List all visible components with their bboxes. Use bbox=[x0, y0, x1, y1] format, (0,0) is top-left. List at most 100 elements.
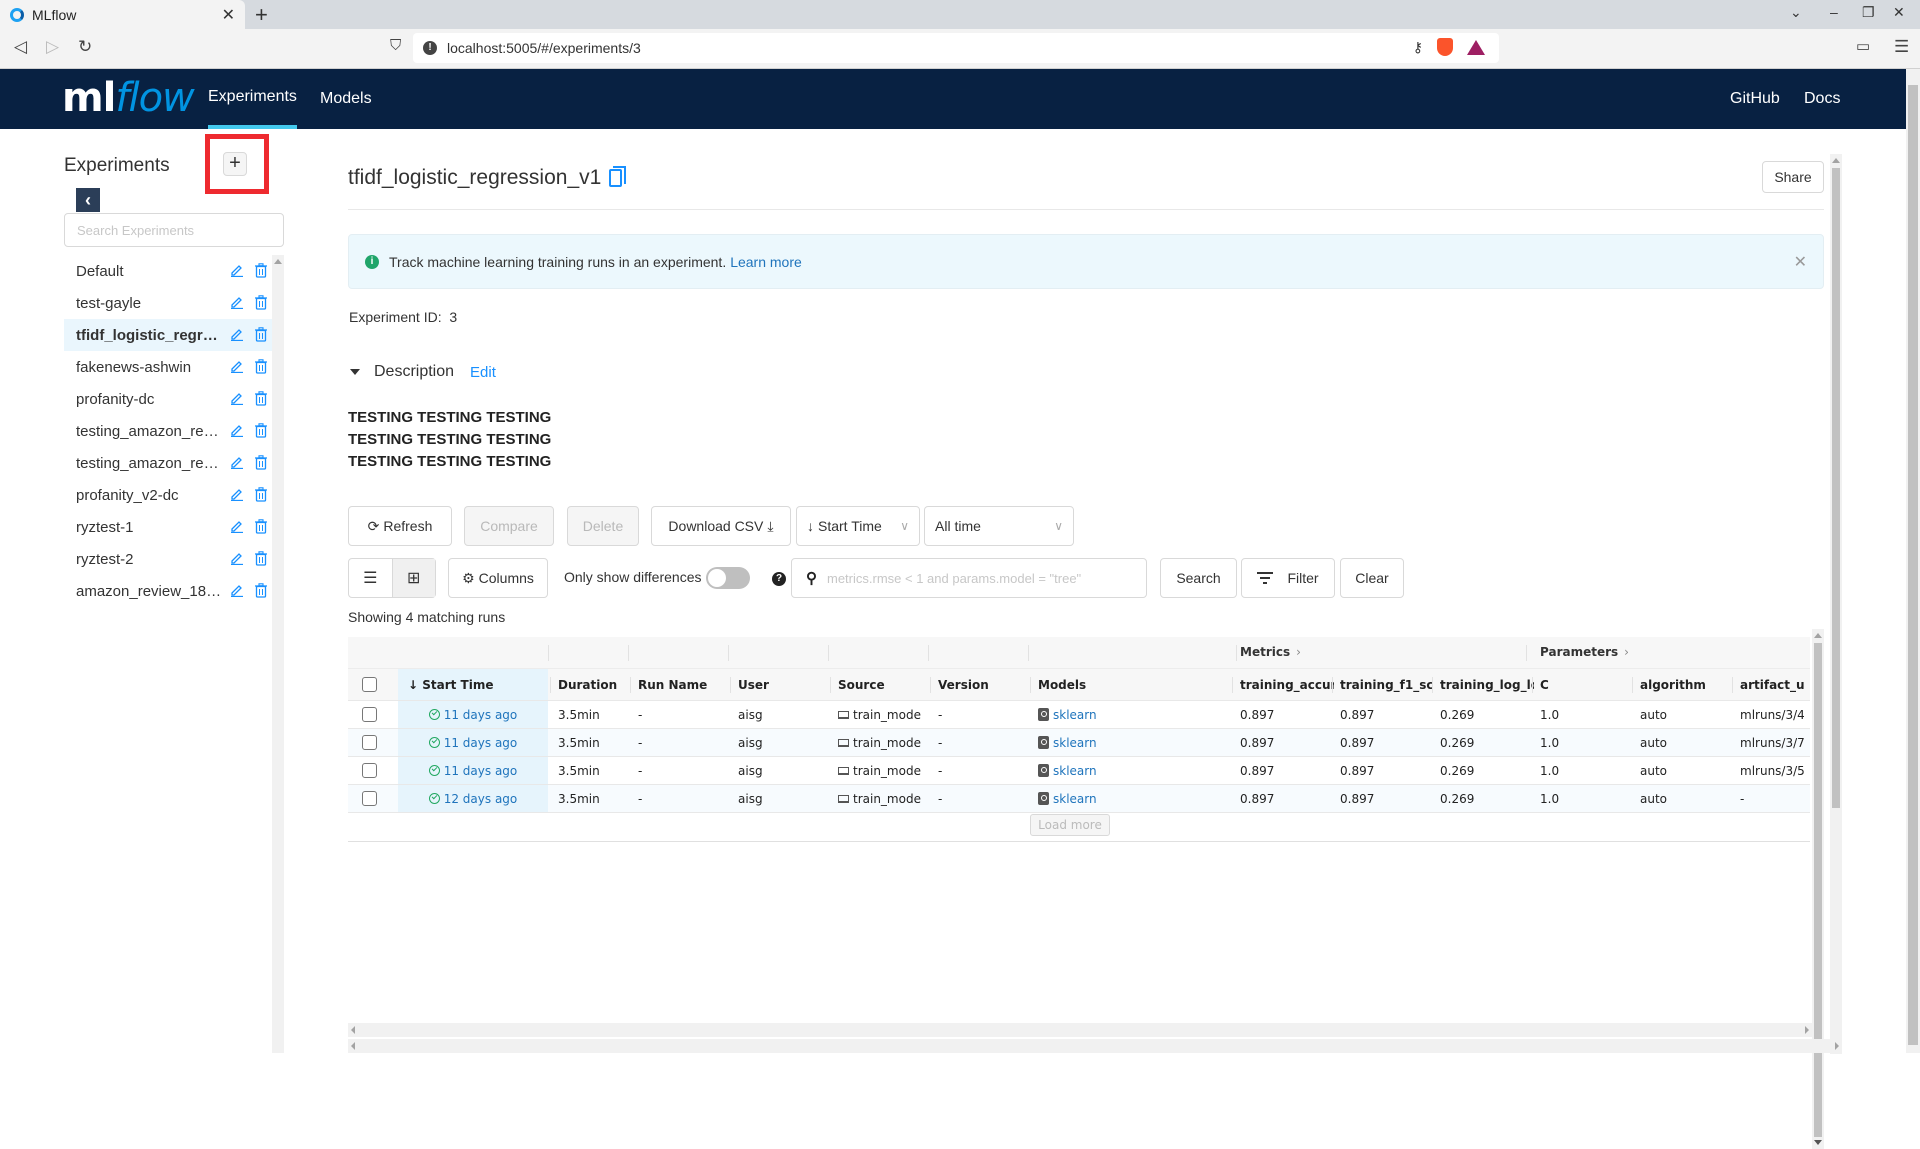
row-checkbox[interactable] bbox=[361, 791, 377, 806]
trash-icon[interactable] bbox=[254, 583, 268, 598]
tab-close-icon[interactable]: ✕ bbox=[222, 5, 235, 25]
column-header[interactable]: training_log_lo bbox=[1440, 669, 1534, 700]
table-row[interactable]: 12 days ago 3.5min - aisg train_mode - sklearn… bbox=[348, 785, 1810, 813]
search-button[interactable]: Search bbox=[1160, 558, 1237, 598]
wallet-icon[interactable]: ▭ bbox=[1856, 37, 1870, 55]
trash-icon[interactable] bbox=[254, 263, 268, 278]
trash-icon[interactable] bbox=[254, 423, 268, 438]
edit-icon[interactable] bbox=[230, 423, 244, 437]
copy-icon[interactable] bbox=[609, 166, 627, 187]
key-icon[interactable]: ⚷ bbox=[1413, 39, 1423, 56]
sidebar-item[interactable]: profanity-dc bbox=[64, 383, 272, 415]
columns-button[interactable]: ⚙ Columns bbox=[448, 558, 548, 598]
start-time-cell[interactable]: 11 days ago bbox=[398, 729, 548, 756]
time-filter-select[interactable]: All time ∨ bbox=[924, 506, 1074, 546]
scroll-up-arrow-icon[interactable] bbox=[1832, 158, 1840, 163]
reload-icon[interactable]: ↻ bbox=[78, 37, 92, 57]
cell-source[interactable]: train_mode bbox=[853, 764, 921, 778]
edit-icon[interactable] bbox=[230, 295, 244, 309]
table-horizontal-scrollbar[interactable] bbox=[348, 1023, 1812, 1037]
sidebar-scrollbar[interactable] bbox=[272, 255, 284, 1053]
start-time-link[interactable]: 11 days ago bbox=[444, 736, 518, 750]
sidebar-item[interactable]: fakenews-ashwin bbox=[64, 351, 272, 383]
window-close-icon[interactable]: ✕ bbox=[1893, 4, 1905, 21]
table-row[interactable]: 11 days ago 3.5min - aisg train_mode - sklearn… bbox=[348, 729, 1810, 757]
row-checkbox[interactable] bbox=[361, 735, 377, 750]
new-tab-icon[interactable]: + bbox=[255, 2, 268, 28]
column-header[interactable]: User bbox=[738, 669, 832, 700]
start-time-link[interactable]: 12 days ago bbox=[444, 792, 518, 806]
restore-icon[interactable]: ❐ bbox=[1862, 4, 1875, 21]
back-icon[interactable]: ◁ bbox=[14, 37, 27, 57]
trash-icon[interactable] bbox=[254, 487, 268, 502]
scroll-left-arrow-icon[interactable] bbox=[351, 1042, 355, 1050]
address-bar[interactable]: ! localhost:5005/#/experiments/3 ⚷ bbox=[413, 33, 1499, 63]
table-row[interactable]: 11 days ago 3.5min - aisg train_mode - sklearn… bbox=[348, 757, 1810, 785]
table-vertical-scrollbar[interactable] bbox=[1812, 629, 1824, 1149]
column-header[interactable]: Models bbox=[1038, 669, 1234, 700]
sidebar-item[interactable]: ryztest-1 bbox=[64, 511, 272, 543]
sidebar-item[interactable]: ryztest-2 bbox=[64, 543, 272, 575]
content-vertical-scrollbar[interactable] bbox=[1830, 154, 1842, 1054]
metrics-group-header[interactable]: Metrics › bbox=[1240, 645, 1301, 659]
cell-source[interactable]: train_mode bbox=[853, 792, 921, 806]
refresh-button[interactable]: ⟳ Refresh bbox=[348, 506, 452, 546]
download-csv-button[interactable]: Download CSV ⤓ bbox=[651, 506, 791, 546]
start-time-cell[interactable]: 12 days ago bbox=[398, 785, 548, 812]
trash-icon[interactable] bbox=[254, 455, 268, 470]
filter-button[interactable]: Filter bbox=[1241, 558, 1335, 598]
add-experiment-button[interactable]: + bbox=[223, 152, 247, 176]
learn-more-link[interactable]: Learn more bbox=[730, 254, 802, 270]
column-header[interactable]: C bbox=[1540, 669, 1634, 700]
edit-description-link[interactable]: Edit bbox=[470, 364, 496, 381]
edit-icon[interactable] bbox=[230, 519, 244, 533]
page-scroll-thumb[interactable] bbox=[1908, 85, 1918, 1045]
column-header[interactable]: artifact_uri bbox=[1740, 669, 1804, 700]
model-link[interactable]: sklearn bbox=[1053, 736, 1097, 750]
start-time-link[interactable]: 11 days ago bbox=[444, 708, 518, 722]
column-header[interactable]: training_f1_sco bbox=[1340, 669, 1434, 700]
cell-source[interactable]: train_mode bbox=[853, 708, 921, 722]
search-experiments-input[interactable] bbox=[64, 213, 284, 247]
column-header[interactable]: Duration bbox=[558, 669, 632, 700]
edit-icon[interactable] bbox=[230, 455, 244, 469]
content-scroll-thumb[interactable] bbox=[1832, 168, 1840, 808]
column-header[interactable]: training_accura bbox=[1240, 669, 1334, 700]
edit-icon[interactable] bbox=[230, 359, 244, 373]
scroll-up-arrow-icon[interactable] bbox=[1814, 633, 1822, 638]
sort-select[interactable]: ↓ Start Time ∨ bbox=[796, 506, 920, 546]
column-header-start-time[interactable]: ↓ Start Time bbox=[398, 669, 548, 700]
start-time-cell[interactable]: 11 days ago bbox=[398, 757, 548, 784]
trash-icon[interactable] bbox=[254, 551, 268, 566]
column-header[interactable]: Source bbox=[838, 669, 932, 700]
row-checkbox[interactable] bbox=[361, 707, 377, 722]
browser-tab[interactable]: MLflow ✕ bbox=[0, 0, 245, 29]
edit-icon[interactable] bbox=[230, 327, 244, 341]
delete-button[interactable]: Delete bbox=[567, 506, 639, 546]
edit-icon[interactable] bbox=[230, 391, 244, 405]
cell-source[interactable]: train_mode bbox=[853, 736, 921, 750]
run-search-input[interactable] bbox=[827, 570, 1127, 586]
only-show-differences-toggle[interactable] bbox=[706, 567, 750, 589]
nav-experiments[interactable]: Experiments bbox=[208, 69, 297, 129]
column-header[interactable]: algorithm bbox=[1640, 669, 1734, 700]
bookmark-icon[interactable]: ⛉ bbox=[390, 37, 401, 54]
table-row[interactable]: 11 days ago 3.5min - aisg train_mode - sklearn… bbox=[348, 701, 1810, 729]
edit-icon[interactable] bbox=[230, 583, 244, 597]
trash-icon[interactable] bbox=[254, 519, 268, 534]
sidebar-item[interactable]: tfidf_logistic_regres... bbox=[64, 319, 272, 351]
list-view-icon[interactable]: ☰ bbox=[349, 559, 392, 597]
sidebar-item[interactable]: testing_amazon_review bbox=[64, 415, 272, 447]
sidebar-item[interactable]: testing_amazon_revie... bbox=[64, 447, 272, 479]
caret-down-icon[interactable] bbox=[350, 369, 360, 375]
scroll-down-arrow-icon[interactable] bbox=[1814, 1140, 1822, 1145]
model-link[interactable]: sklearn bbox=[1053, 708, 1097, 722]
nav-docs[interactable]: Docs bbox=[1804, 69, 1840, 129]
site-info-icon[interactable]: ! bbox=[423, 41, 437, 55]
start-time-link[interactable]: 11 days ago bbox=[444, 764, 518, 778]
start-time-cell[interactable]: 11 days ago bbox=[398, 701, 548, 728]
column-header[interactable]: Run Name bbox=[638, 669, 732, 700]
trash-icon[interactable] bbox=[254, 295, 268, 310]
trash-icon[interactable] bbox=[254, 391, 268, 406]
browser-menu-icon[interactable]: ☰ bbox=[1894, 37, 1909, 57]
